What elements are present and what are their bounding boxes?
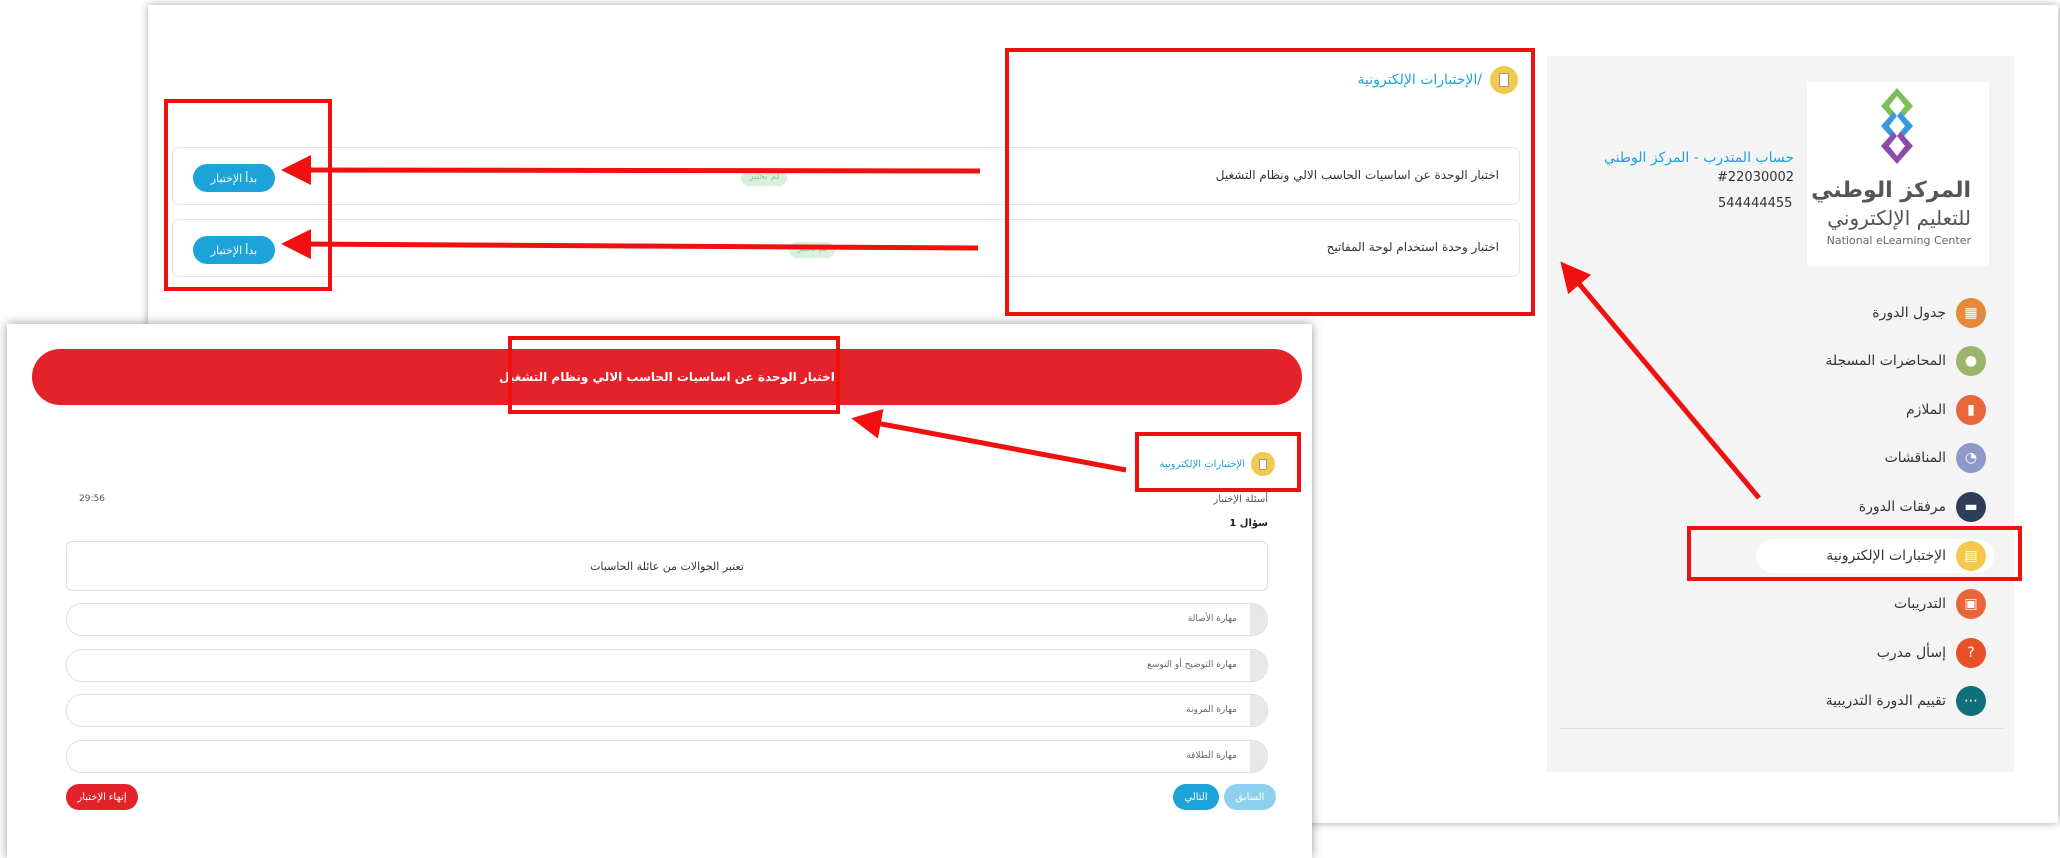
arrow-to-start-button-2 — [281, 229, 979, 260]
arrow-to-banner — [851, 409, 1127, 473]
annotation-arrows — [281, 155, 1761, 500]
arrow-to-exams-list — [1560, 261, 1761, 500]
arrow-to-start-button-1 — [281, 155, 981, 186]
